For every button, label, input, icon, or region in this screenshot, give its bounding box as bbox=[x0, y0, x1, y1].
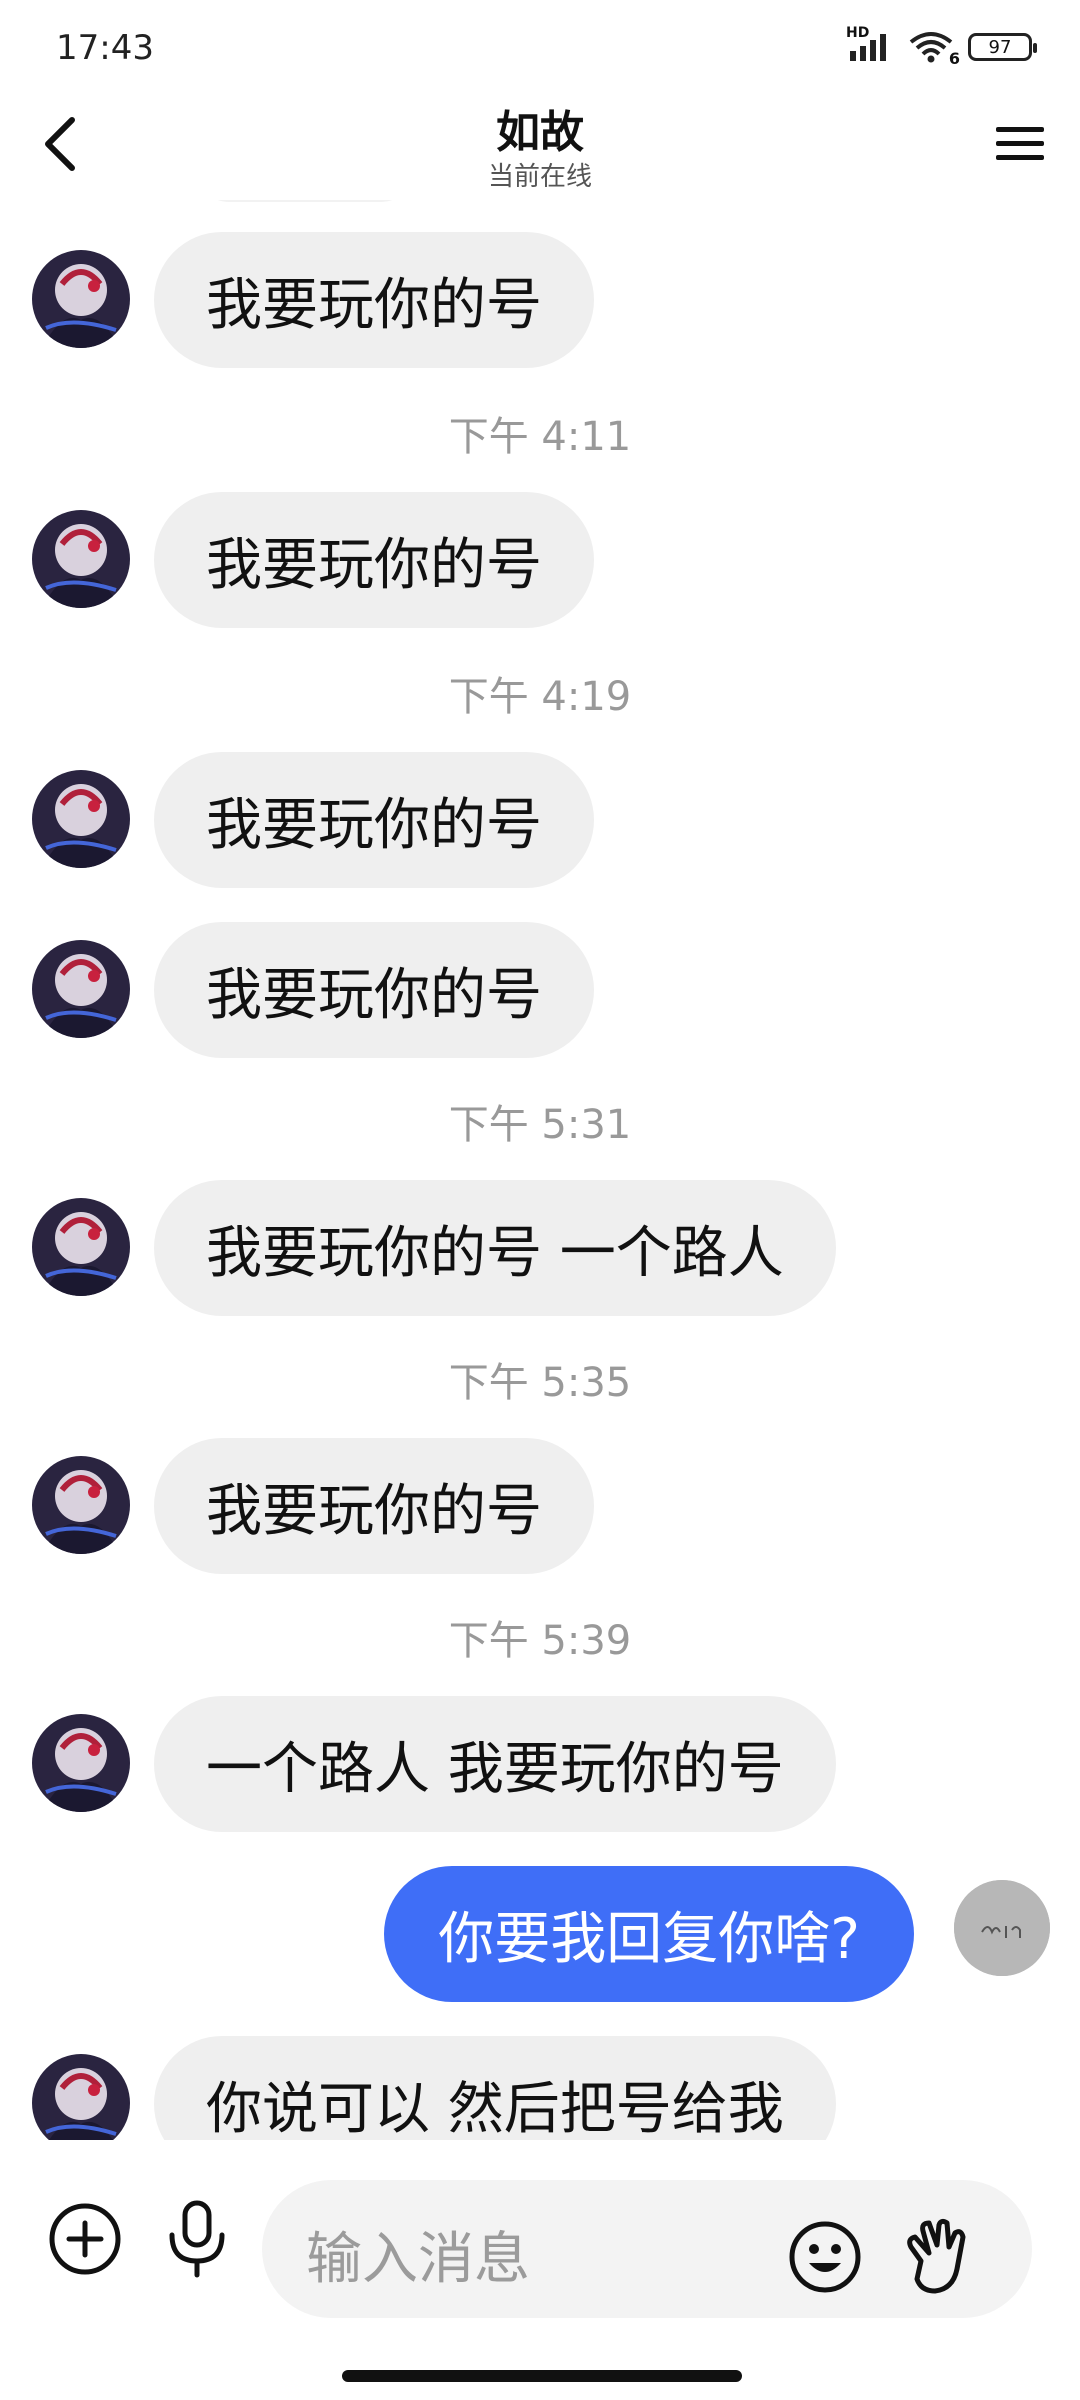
received-message[interactable]: 我要玩你的号 一个路人 bbox=[154, 1180, 836, 1316]
chat-header: 如故 当前在线 bbox=[0, 96, 1080, 206]
emoji-icon bbox=[789, 2221, 861, 2293]
emoji-button[interactable] bbox=[780, 2212, 870, 2302]
online-status: 当前在线 bbox=[487, 162, 592, 192]
contact-avatar[interactable] bbox=[32, 770, 130, 868]
add-button[interactable] bbox=[40, 2194, 130, 2284]
wifi-sub-label: 6 bbox=[948, 49, 960, 68]
timestamp: 下午 5:31 bbox=[448, 1102, 632, 1148]
voice-button[interactable] bbox=[152, 2194, 242, 2284]
my-avatar[interactable] bbox=[954, 1880, 1050, 1976]
plus-circle-icon bbox=[49, 2203, 121, 2275]
message-list[interactable]: 我要玩你的号 下午 4:11 我要玩你的号 下午 4:19 我要玩你的号 我要玩… bbox=[0, 200, 1080, 2140]
received-message[interactable]: 我要玩你的号 bbox=[154, 232, 594, 368]
status-bar: 17:43 HD 6 97 bbox=[0, 0, 1080, 96]
contact-name: 如故 bbox=[496, 107, 584, 158]
sent-message[interactable]: 你要我回复你啥? bbox=[384, 1866, 914, 2002]
menu-button[interactable] bbox=[984, 108, 1056, 180]
timestamp: 下午 4:11 bbox=[448, 414, 632, 460]
received-message[interactable]: 你说可以 然后把号给我 bbox=[154, 2036, 836, 2140]
received-message[interactable]: 我要玩你的号 bbox=[154, 752, 594, 888]
contact-avatar[interactable] bbox=[32, 940, 130, 1038]
gesture-button[interactable] bbox=[892, 2212, 982, 2302]
wifi-icon: 6 bbox=[908, 30, 960, 68]
received-message[interactable]: 我要玩你的号 bbox=[154, 492, 594, 628]
home-indicator[interactable] bbox=[342, 2370, 742, 2382]
contact-avatar[interactable] bbox=[32, 510, 130, 608]
received-message[interactable]: 我要玩你的号 bbox=[154, 922, 594, 1058]
status-icons: HD 6 97 bbox=[846, 25, 1037, 68]
menu-icon bbox=[996, 127, 1044, 160]
microphone-icon bbox=[169, 2200, 225, 2278]
hand-icon bbox=[907, 2218, 966, 2294]
timestamp: 下午 5:39 bbox=[448, 1618, 632, 1664]
partial-message-bubble bbox=[190, 200, 420, 202]
battery-level: 97 bbox=[988, 36, 1012, 58]
contact-avatar[interactable] bbox=[32, 1198, 130, 1296]
timestamp: 下午 5:35 bbox=[448, 1360, 632, 1406]
contact-avatar[interactable] bbox=[32, 1714, 130, 1812]
battery-icon: 97 bbox=[968, 33, 1037, 61]
message-input-placeholder: 输入消息 bbox=[306, 2227, 530, 2292]
received-message[interactable]: 一个路人 我要玩你的号 bbox=[154, 1696, 836, 1832]
received-message[interactable]: 我要玩你的号 bbox=[154, 1438, 594, 1574]
message-input-bar: 输入消息 bbox=[0, 2150, 1080, 2330]
contact-avatar[interactable] bbox=[32, 1456, 130, 1554]
signal-icon: HD bbox=[846, 25, 894, 63]
timestamp: 下午 4:19 bbox=[448, 674, 632, 720]
contact-avatar[interactable] bbox=[32, 2054, 130, 2140]
status-time: 17:43 bbox=[56, 28, 154, 68]
hd-label: HD bbox=[846, 25, 870, 41]
contact-avatar[interactable] bbox=[32, 250, 130, 348]
